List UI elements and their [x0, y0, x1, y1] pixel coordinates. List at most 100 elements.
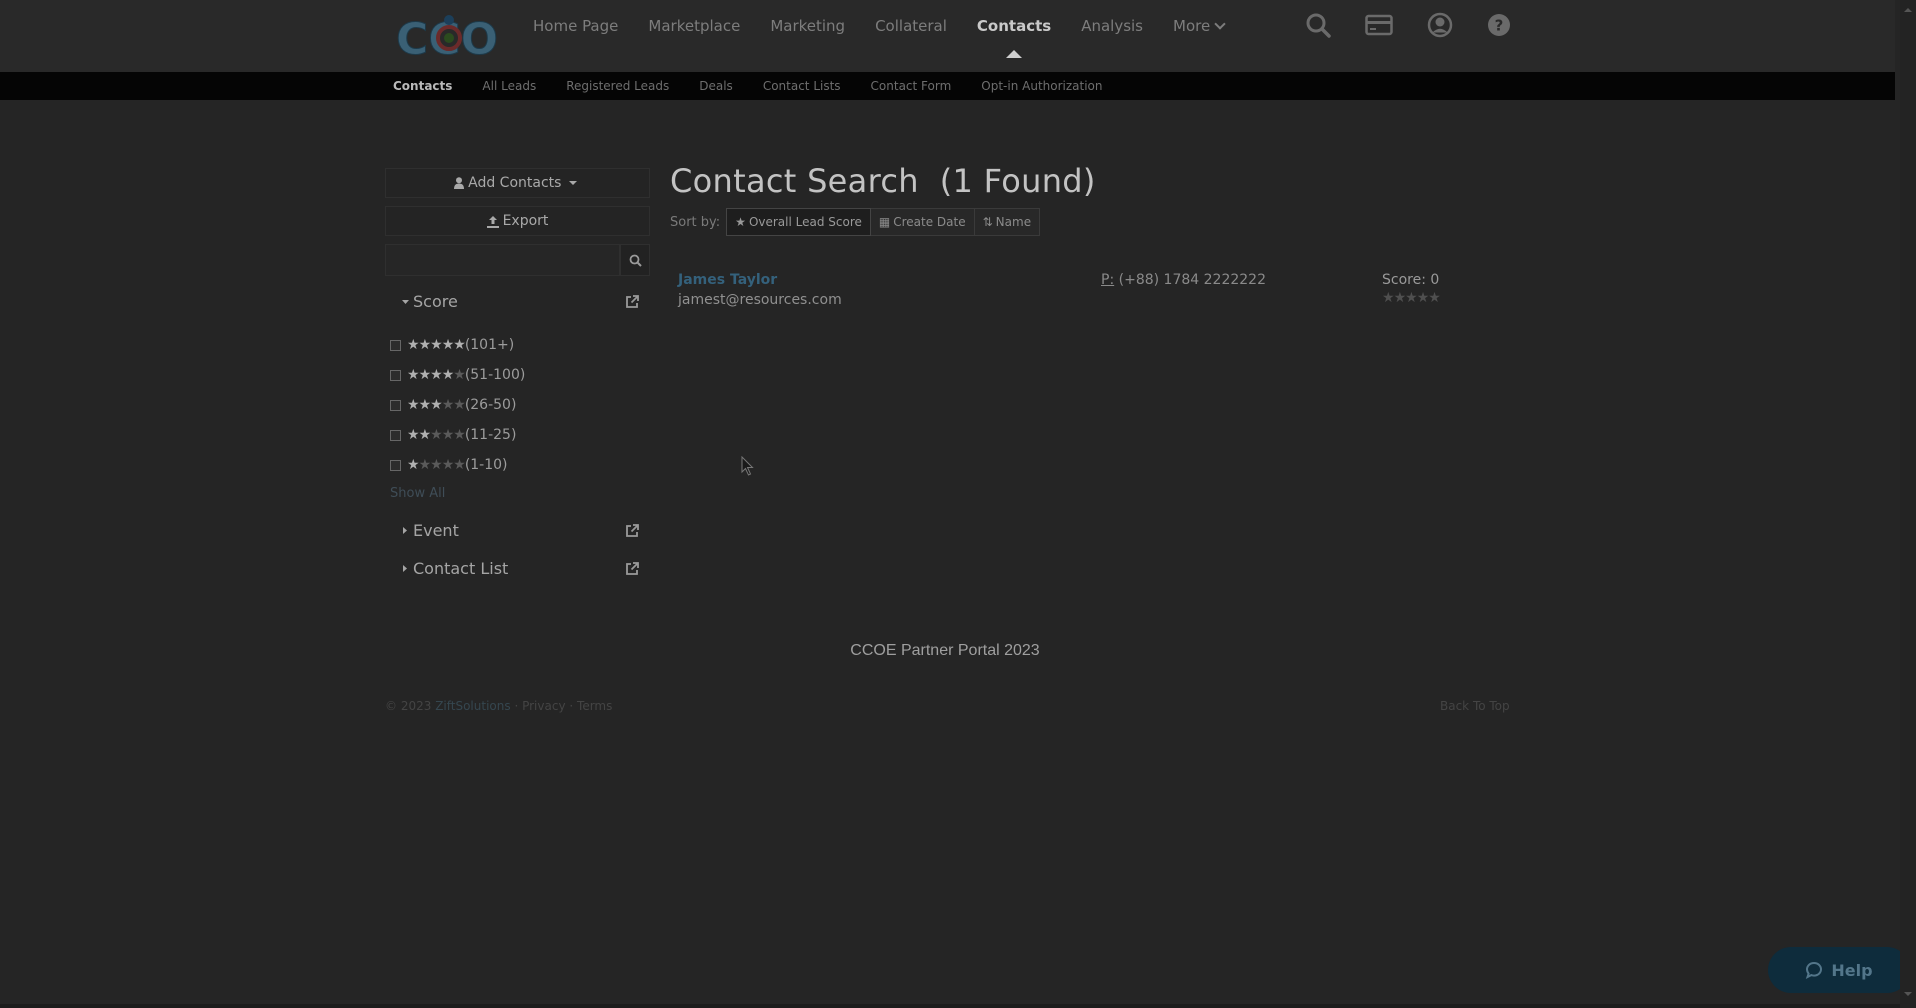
subnav-item-contact-lists[interactable]: Contact Lists	[763, 72, 841, 100]
external-link-icon[interactable]	[624, 294, 640, 310]
nav-item-contacts[interactable]: Contacts	[977, 16, 1051, 58]
nav-item-label: More	[1173, 17, 1211, 35]
sort-label: Sort by:	[670, 214, 721, 230]
sort-create-date-button[interactable]: ▦ Create Date	[870, 208, 975, 236]
footer-links: © 2023 ZiftSolutions · Privacy · Terms	[385, 699, 612, 713]
bottom-edge	[0, 1004, 1900, 1008]
page-scrollbar[interactable]	[1900, 0, 1916, 1008]
star-icon: ★	[453, 457, 466, 473]
svg-text:?: ?	[1495, 17, 1504, 35]
contact-search-input[interactable]	[385, 244, 620, 276]
back-to-top-link[interactable]: Back To Top	[1440, 699, 1510, 713]
nav-item-marketplace[interactable]: Marketplace	[648, 16, 740, 36]
sidebar: Add Contacts Export Score ★★★★★ (101+) ★…	[385, 168, 650, 581]
star-icon: ★	[407, 337, 420, 353]
show-all-link[interactable]: Show All	[390, 486, 445, 501]
contact-result-row: James Taylor jamest@resources.com P: (+88)…	[670, 272, 1520, 316]
star-rating-icon: ★★★★★	[407, 397, 466, 413]
score-filter-checkbox[interactable]	[390, 429, 401, 441]
sort-name-button[interactable]: ⇅ Name	[974, 208, 1041, 236]
nav-item-collateral[interactable]: Collateral	[875, 16, 947, 36]
external-link-icon[interactable]	[624, 561, 640, 577]
contact-score: Score: 0	[1382, 272, 1440, 288]
privacy-link[interactable]: Privacy	[522, 699, 565, 713]
star-icon: ★	[453, 427, 466, 443]
contact-search-button[interactable]	[620, 244, 650, 276]
star-icon: ★	[735, 215, 746, 229]
score-filter-checkbox[interactable]	[390, 369, 401, 381]
copyright-text: © 2023	[385, 699, 432, 713]
help-label: Help	[1831, 960, 1873, 980]
nav-item-label: Analysis	[1081, 17, 1143, 35]
nav-item-analysis[interactable]: Analysis	[1081, 16, 1143, 36]
subnav-item-opt-in-authorization[interactable]: Opt-in Authorization	[981, 72, 1102, 100]
user-account-icon[interactable]	[1427, 12, 1453, 38]
sort-overall-lead-score-button[interactable]: ★ Overall Lead Score	[726, 208, 871, 236]
subnav-item-deals[interactable]: Deals	[699, 72, 733, 100]
top-header: CCOE Home Page Marketplace Marketing Collat…	[0, 0, 1895, 72]
ccoe-logo[interactable]: CCOE	[394, 10, 501, 66]
star-icon: ★	[407, 427, 420, 443]
event-section-header[interactable]: Event	[385, 519, 650, 543]
score-filter-option: ★★★★★ (26-50)	[385, 390, 650, 420]
score-range-label: (51-100)	[464, 367, 526, 383]
star-icon: ★	[430, 367, 443, 383]
credit-card-icon[interactable]	[1365, 12, 1393, 38]
separator: ·	[514, 699, 519, 713]
star-icon: ★	[418, 427, 432, 443]
star-icon: ★	[453, 337, 466, 353]
nav-item-marketing[interactable]: Marketing	[770, 16, 845, 36]
star-icon: ★	[453, 367, 466, 383]
star-rating-icon: ★★★★★	[407, 367, 466, 383]
export-button[interactable]: Export	[385, 206, 650, 236]
score-filter-checkbox[interactable]	[390, 339, 401, 351]
star-rating-icon: ★★★★★	[407, 457, 466, 473]
star-icon: ★	[1405, 290, 1418, 306]
external-link-icon[interactable]	[624, 523, 640, 539]
score-filter-checkbox[interactable]	[390, 459, 401, 471]
star-icon: ★	[441, 367, 455, 383]
nav-item-more[interactable]: More	[1173, 16, 1226, 36]
add-contacts-button[interactable]: Add Contacts	[385, 168, 650, 198]
nav-item-label: Marketplace	[648, 17, 741, 35]
star-rating-icon: ★★★★★	[407, 337, 466, 353]
star-icon: ★	[441, 397, 455, 413]
nav-item-label: Marketing	[770, 17, 846, 35]
phone-label: P:	[1101, 272, 1115, 288]
star-icon: ★	[1393, 290, 1407, 306]
score-section-header[interactable]: Score	[385, 290, 650, 314]
contact-list-section-header[interactable]: Contact List	[385, 557, 650, 581]
chat-bubble-icon	[1806, 961, 1823, 979]
subnav-item-contact-form[interactable]: Contact Form	[871, 72, 952, 100]
contact-phone: P: (+88) 1784 2222222	[1101, 272, 1266, 288]
subnav-item-contacts[interactable]: Contacts	[393, 72, 452, 100]
subnav-item-registered-leads[interactable]: Registered Leads	[566, 72, 669, 100]
caret-down-icon	[568, 181, 577, 185]
brand-link[interactable]: ZiftSolutions	[435, 699, 510, 713]
scroll-up-icon[interactable]	[1903, 6, 1913, 14]
star-icon: ★	[418, 397, 432, 413]
star-icon: ★	[407, 367, 420, 383]
score-range-label: (26-50)	[464, 397, 517, 413]
star-icon: ★	[1416, 290, 1430, 306]
caret-right-icon	[403, 527, 407, 534]
add-contacts-label: Add Contacts	[468, 175, 562, 191]
star-icon: ★	[441, 457, 455, 473]
export-icon	[486, 215, 499, 228]
calendar-icon: ▦	[878, 215, 891, 229]
contact-name-link[interactable]: James Taylor	[678, 272, 777, 288]
contact-score-stars-icon: ★★★★★	[1382, 290, 1441, 306]
search-icon[interactable]	[1305, 12, 1331, 38]
scroll-down-icon[interactable]	[1903, 990, 1913, 998]
terms-link[interactable]: Terms	[577, 699, 612, 713]
phone-number: (+88) 1784 2222222	[1118, 272, 1266, 288]
search-icon	[629, 254, 642, 267]
subnav-item-all-leads[interactable]: All Leads	[482, 72, 536, 100]
contact-search	[385, 244, 650, 276]
score-filter-checkbox[interactable]	[390, 399, 401, 411]
help-circle-icon[interactable]: ?	[1486, 12, 1512, 38]
star-icon: ★	[418, 337, 432, 353]
help-button[interactable]: Help	[1768, 947, 1910, 993]
nav-item-home-page[interactable]: Home Page	[533, 16, 618, 36]
sort-bar: Sort by: ★ Overall Lead Score ▦ Create Date…	[670, 208, 1520, 236]
